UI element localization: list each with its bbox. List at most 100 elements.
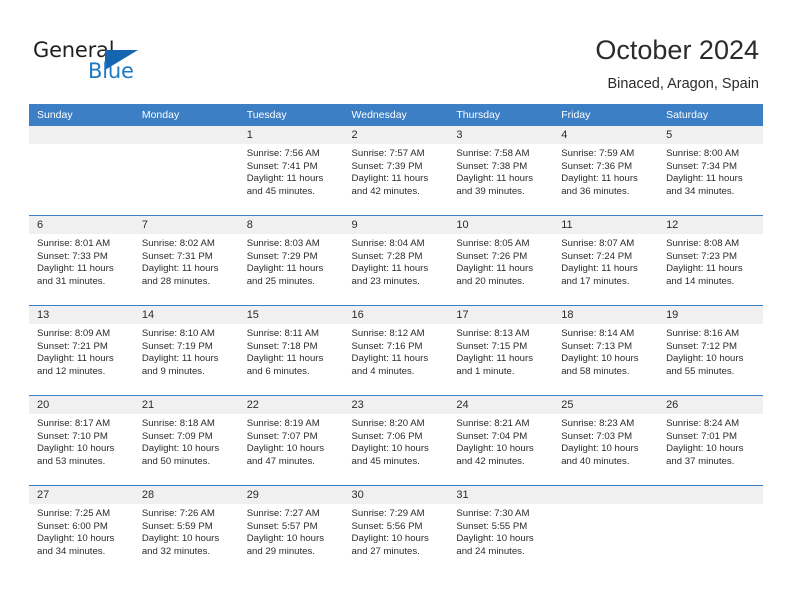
day-details: Sunrise: 7:30 AM Sunset: 5:55 PM Daylight:… bbox=[448, 504, 553, 558]
daylight-duration-line1: Daylight: 11 hours bbox=[456, 263, 533, 275]
general-blue-logo[interactable]: General Blue bbox=[33, 38, 213, 88]
sunrise-time: Sunrise: 8:07 AM bbox=[561, 238, 635, 249]
calendar-day-cell[interactable]: 3 Sunrise: 7:58 AM Sunset: 7:38 PM Daylight… bbox=[448, 126, 554, 216]
day-number: 8 bbox=[238, 216, 344, 234]
day-details: Sunrise: 8:09 AM Sunset: 7:21 PM Daylight:… bbox=[29, 324, 134, 378]
calendar-day-cell[interactable]: 12 Sunrise: 8:08 AM Sunset: 7:23 PM Dayligh… bbox=[658, 215, 763, 306]
sunrise-time: Sunrise: 7:30 AM bbox=[456, 508, 530, 519]
day-details: Sunrise: 8:03 AM Sunset: 7:29 PM Daylight:… bbox=[239, 234, 344, 288]
daylight-duration-line2: and 17 minutes. bbox=[561, 275, 630, 287]
calendar-day-cell[interactable]: 27 Sunrise: 7:25 AM Sunset: 6:00 PM Dayligh… bbox=[29, 485, 134, 575]
location-subtitle: Binaced, Aragon, Spain bbox=[607, 76, 759, 92]
weekday-header-saturday: Saturday bbox=[658, 104, 763, 126]
calendar-day-cell[interactable]: 19 Sunrise: 8:16 AM Sunset: 7:12 PM Dayligh… bbox=[658, 305, 763, 396]
calendar-day-cell[interactable]: 25 Sunrise: 8:23 AM Sunset: 7:03 PM Dayligh… bbox=[553, 395, 659, 486]
sunrise-time: Sunrise: 8:09 AM bbox=[37, 328, 111, 339]
calendar-day-cell[interactable]: 1 Sunrise: 7:56 AM Sunset: 7:41 PM Daylight… bbox=[238, 126, 344, 216]
calendar-day-cell[interactable]: 9 Sunrise: 8:04 AM Sunset: 7:28 PM Daylight… bbox=[343, 215, 449, 306]
calendar-day-cell[interactable]: 17 Sunrise: 8:13 AM Sunset: 7:15 PM Dayligh… bbox=[448, 305, 554, 396]
day-cell-inner: 31 Sunrise: 7:30 AM Sunset: 5:55 PM Dayligh… bbox=[448, 486, 554, 575]
daylight-duration-line2: and 4 minutes. bbox=[351, 365, 415, 377]
calendar-day-cell[interactable]: 5 Sunrise: 8:00 AM Sunset: 7:34 PM Daylight… bbox=[658, 126, 763, 216]
daylight-duration-line1: Daylight: 10 hours bbox=[351, 533, 429, 545]
calendar-day-cell[interactable]: 13 Sunrise: 8:09 AM Sunset: 7:21 PM Dayligh… bbox=[29, 305, 134, 396]
day-cell-inner: 7 Sunrise: 8:02 AM Sunset: 7:31 PM Daylight… bbox=[133, 216, 239, 305]
day-number: 26 bbox=[658, 396, 763, 414]
day-cell-inner: 28 Sunrise: 7:26 AM Sunset: 5:59 PM Dayligh… bbox=[133, 486, 239, 575]
daylight-duration-line1: Daylight: 10 hours bbox=[456, 533, 534, 545]
day-cell-inner: 27 Sunrise: 7:25 AM Sunset: 6:00 PM Dayligh… bbox=[29, 486, 134, 575]
calendar-week-row: 6 Sunrise: 8:01 AM Sunset: 7:33 PM Daylight… bbox=[29, 215, 763, 306]
calendar-day-cell[interactable]: 28 Sunrise: 7:26 AM Sunset: 5:59 PM Dayligh… bbox=[133, 485, 239, 575]
daylight-duration-line2: and 1 minute. bbox=[456, 365, 515, 377]
sunset-time: Sunset: 7:07 PM bbox=[246, 430, 318, 442]
page-header: General Blue October 2024 Binaced, Arago… bbox=[0, 0, 792, 100]
calendar-day-cell[interactable]: 16 Sunrise: 8:12 AM Sunset: 7:16 PM Dayligh… bbox=[343, 305, 449, 396]
day-number: 31 bbox=[448, 486, 554, 504]
calendar-day-cell[interactable]: 8 Sunrise: 8:03 AM Sunset: 7:29 PM Daylight… bbox=[238, 215, 344, 306]
daylight-duration-line1: Daylight: 10 hours bbox=[561, 353, 639, 365]
sunrise-time: Sunrise: 8:14 AM bbox=[561, 328, 635, 339]
weekday-header-friday: Friday bbox=[553, 104, 659, 126]
sunrise-time: Sunrise: 7:59 AM bbox=[561, 148, 635, 159]
calendar-day-cell[interactable]: 30 Sunrise: 7:29 AM Sunset: 5:56 PM Dayligh… bbox=[343, 485, 449, 575]
daylight-duration-line1: Daylight: 11 hours bbox=[456, 173, 533, 185]
day-number: 18 bbox=[553, 306, 659, 324]
calendar-page: General Blue October 2024 Binaced, Arago… bbox=[0, 0, 792, 612]
calendar-day-cell[interactable]: 11 Sunrise: 8:07 AM Sunset: 7:24 PM Dayligh… bbox=[553, 215, 659, 306]
daylight-duration-line2: and 28 minutes. bbox=[141, 275, 211, 287]
day-number: 23 bbox=[343, 396, 449, 414]
weekday-header-tuesday: Tuesday bbox=[238, 104, 344, 126]
sunrise-time: Sunrise: 8:20 AM bbox=[351, 418, 425, 429]
day-cell-inner: 11 Sunrise: 8:07 AM Sunset: 7:24 PM Dayligh… bbox=[553, 216, 659, 305]
calendar-week-row: 27 Sunrise: 7:25 AM Sunset: 6:00 PM Dayligh… bbox=[29, 485, 763, 575]
day-cell-inner bbox=[658, 486, 763, 575]
daylight-duration-line2: and 39 minutes. bbox=[456, 185, 525, 197]
sunrise-time: Sunrise: 8:24 AM bbox=[666, 418, 740, 429]
calendar-day-cell[interactable]: 20 Sunrise: 8:17 AM Sunset: 7:10 PM Dayligh… bbox=[29, 395, 134, 486]
sunrise-time: Sunrise: 8:04 AM bbox=[351, 238, 425, 249]
day-number: 14 bbox=[133, 306, 239, 324]
calendar-day-cell[interactable]: 4 Sunrise: 7:59 AM Sunset: 7:36 PM Daylight… bbox=[553, 126, 659, 216]
calendar-day-cell[interactable]: 22 Sunrise: 8:19 AM Sunset: 7:07 PM Dayligh… bbox=[238, 395, 344, 486]
calendar-day-cell[interactable]: 29 Sunrise: 7:27 AM Sunset: 5:57 PM Dayligh… bbox=[238, 485, 344, 575]
sunset-time: Sunset: 7:39 PM bbox=[351, 160, 423, 172]
day-cell-inner: 20 Sunrise: 8:17 AM Sunset: 7:10 PM Dayligh… bbox=[29, 396, 134, 485]
sunset-time: Sunset: 7:13 PM bbox=[561, 340, 633, 352]
daylight-duration-line1: Daylight: 11 hours bbox=[561, 263, 638, 275]
calendar-day-cell[interactable]: 6 Sunrise: 8:01 AM Sunset: 7:33 PM Daylight… bbox=[29, 215, 134, 306]
day-number: 6 bbox=[29, 216, 134, 234]
sunset-time: Sunset: 5:59 PM bbox=[141, 520, 213, 532]
day-number: 20 bbox=[29, 396, 134, 414]
day-number: 19 bbox=[658, 306, 763, 324]
day-number: 24 bbox=[448, 396, 554, 414]
calendar-day-cell[interactable]: 15 Sunrise: 8:11 AM Sunset: 7:18 PM Dayligh… bbox=[238, 305, 344, 396]
sunrise-time: Sunrise: 8:18 AM bbox=[141, 418, 215, 429]
sunset-time: Sunset: 7:34 PM bbox=[666, 160, 737, 172]
calendar-day-cell[interactable]: 31 Sunrise: 7:30 AM Sunset: 5:55 PM Dayligh… bbox=[448, 485, 554, 575]
calendar-day-cell[interactable]: 14 Sunrise: 8:10 AM Sunset: 7:19 PM Dayligh… bbox=[133, 305, 239, 396]
day-details: Sunrise: 8:19 AM Sunset: 7:07 PM Daylight:… bbox=[239, 414, 344, 468]
calendar-day-cell[interactable]: 26 Sunrise: 8:24 AM Sunset: 7:01 PM Dayligh… bbox=[658, 395, 763, 486]
calendar-day-cell[interactable]: 10 Sunrise: 8:05 AM Sunset: 7:26 PM Dayligh… bbox=[448, 215, 554, 306]
day-cell-inner: 22 Sunrise: 8:19 AM Sunset: 7:07 PM Dayligh… bbox=[238, 396, 344, 485]
calendar-table: Sunday Monday Tuesday Wednesday Thursday… bbox=[29, 104, 763, 575]
calendar-day-cell[interactable]: 21 Sunrise: 8:18 AM Sunset: 7:09 PM Dayligh… bbox=[133, 395, 239, 486]
weekday-header-wednesday: Wednesday bbox=[343, 104, 449, 126]
day-details: Sunrise: 8:18 AM Sunset: 7:09 PM Daylight:… bbox=[134, 414, 239, 468]
day-cell-inner: 16 Sunrise: 8:12 AM Sunset: 7:16 PM Dayligh… bbox=[343, 306, 449, 395]
day-cell-inner: 12 Sunrise: 8:08 AM Sunset: 7:23 PM Dayligh… bbox=[658, 216, 763, 305]
day-cell-inner: 9 Sunrise: 8:04 AM Sunset: 7:28 PM Daylight… bbox=[343, 216, 449, 305]
daylight-duration-line1: Daylight: 11 hours bbox=[666, 173, 743, 185]
calendar-day-cell[interactable]: 24 Sunrise: 8:21 AM Sunset: 7:04 PM Dayligh… bbox=[448, 395, 554, 486]
sunset-time: Sunset: 7:19 PM bbox=[141, 340, 213, 352]
calendar-day-cell[interactable]: 23 Sunrise: 8:20 AM Sunset: 7:06 PM Dayligh… bbox=[343, 395, 449, 486]
day-cell-inner: 2 Sunrise: 7:57 AM Sunset: 7:39 PM Daylight… bbox=[343, 126, 449, 215]
calendar-day-cell[interactable]: 18 Sunrise: 8:14 AM Sunset: 7:13 PM Dayligh… bbox=[553, 305, 659, 396]
day-details: Sunrise: 8:16 AM Sunset: 7:12 PM Daylight:… bbox=[658, 324, 763, 378]
calendar-day-cell[interactable]: 2 Sunrise: 7:57 AM Sunset: 7:39 PM Daylight… bbox=[343, 126, 449, 216]
sunset-time: Sunset: 7:03 PM bbox=[561, 430, 633, 442]
daylight-duration-line2: and 9 minutes. bbox=[141, 365, 205, 377]
daylight-duration-line2: and 50 minutes. bbox=[141, 455, 211, 467]
calendar-day-cell[interactable]: 7 Sunrise: 8:02 AM Sunset: 7:31 PM Daylight… bbox=[133, 215, 239, 306]
